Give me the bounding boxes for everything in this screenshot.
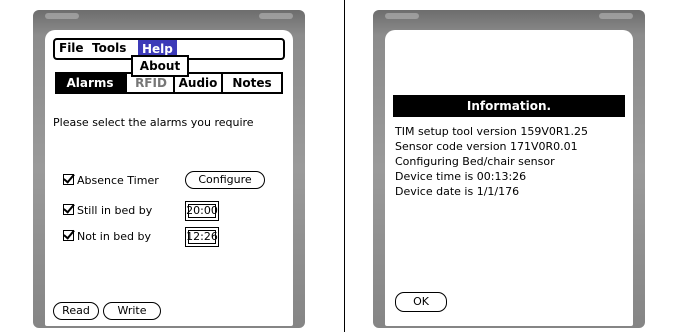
absence-timer-label: Absence Timer	[77, 174, 159, 187]
menu-file[interactable]: File	[59, 41, 84, 55]
device-screen: Information. TIM setup tool version 159V…	[385, 30, 633, 326]
not-in-bed-time-field[interactable]: 12:26	[185, 227, 219, 247]
absence-timer-row: Absence Timer	[63, 174, 159, 187]
info-line-sensor-version: Sensor code version 171V0R0.01	[395, 140, 578, 153]
configure-button[interactable]: Configure	[185, 171, 265, 189]
information-title: Information.	[393, 95, 625, 117]
menu-tools[interactable]: Tools	[92, 41, 126, 55]
device-screen: File Tools Help About Alarms RFID Audio …	[45, 30, 293, 326]
tab-notes[interactable]: Notes	[221, 72, 283, 94]
right-panel: Information. TIM setup tool version 159V…	[345, 0, 674, 332]
information-text: TIM setup tool version 159V0R1.25 Sensor…	[395, 124, 588, 199]
tab-alarms[interactable]: Alarms	[55, 72, 125, 94]
info-line-device-time: Device time is 00:13:26	[395, 170, 527, 183]
still-in-bed-time-field[interactable]: 20:00	[185, 201, 219, 221]
alarms-prompt: Please select the alarms you require	[53, 116, 254, 129]
left-panel: File Tools Help About Alarms RFID Audio …	[0, 0, 344, 332]
speaker-grille	[259, 13, 293, 19]
not-in-bed-checkbox[interactable]	[63, 230, 74, 241]
still-in-bed-checkbox[interactable]	[63, 204, 74, 215]
handheld-device: Information. TIM setup tool version 159V…	[373, 10, 645, 328]
info-line-configuring: Configuring Bed/chair sensor	[395, 155, 555, 168]
speaker-grille	[45, 13, 79, 19]
not-in-bed-time-value: 12:26	[186, 230, 218, 243]
still-in-bed-row: Still in bed by	[63, 204, 152, 217]
ok-button[interactable]: OK	[395, 292, 447, 312]
write-button[interactable]: Write	[103, 302, 161, 320]
absence-timer-checkbox[interactable]	[63, 174, 74, 185]
not-in-bed-label: Not in bed by	[77, 230, 152, 243]
still-in-bed-time-value: 20:00	[186, 204, 218, 217]
info-line-setup-version: TIM setup tool version 159V0R1.25	[395, 125, 588, 138]
info-line-device-date: Device date is 1/1/176	[395, 185, 520, 198]
speaker-grille	[599, 13, 633, 19]
handheld-device: File Tools Help About Alarms RFID Audio …	[33, 10, 305, 328]
still-in-bed-label: Still in bed by	[77, 204, 153, 217]
read-button[interactable]: Read	[53, 302, 99, 320]
not-in-bed-row: Not in bed by	[63, 230, 151, 243]
menu-item-about[interactable]: About	[131, 55, 189, 77]
speaker-grille	[385, 13, 419, 19]
